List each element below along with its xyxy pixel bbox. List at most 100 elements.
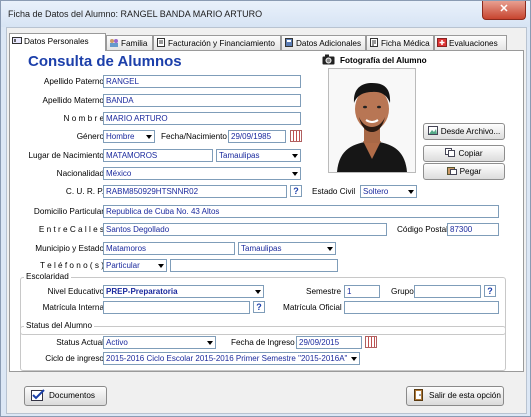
nacionalidad-label: Nacionalidad: [56, 169, 104, 178]
chevron-down-icon: [156, 260, 166, 271]
tab-facturacion[interactable]: Facturación y Financiamiento: [153, 35, 281, 50]
matricula-interna-field[interactable]: [103, 301, 250, 314]
telefono-field[interactable]: [170, 259, 338, 272]
nombre-field[interactable]: MARIO ARTURO: [103, 112, 301, 125]
id-card-icon: [12, 35, 22, 44]
open-image-icon: [427, 125, 438, 135]
nacionalidad-value: México: [106, 169, 132, 178]
genero-select[interactable]: Hombre: [103, 130, 155, 143]
tab-familia[interactable]: Familia: [106, 35, 153, 50]
calendar-icon[interactable]: [290, 130, 302, 142]
lugar-nacimiento-label: Lugar de Nacimiento: [28, 151, 104, 160]
grupo-help-icon[interactable]: ?: [484, 285, 496, 297]
nacionalidad-select[interactable]: México: [103, 167, 301, 180]
nombre-label: N o m b r e: [63, 114, 105, 123]
grupo-label: Grupo: [391, 287, 414, 296]
matricula-interna-label: Matrícula Interna: [42, 303, 104, 312]
chevron-down-icon: [253, 286, 263, 297]
status-actual-value: Activo: [106, 338, 128, 347]
tab-label: Ficha Médica: [381, 39, 430, 48]
student-record-window: Ficha de Datos del Alumno: RANGEL BANDA …: [0, 0, 531, 417]
genero-label: Género: [76, 132, 104, 141]
fecha-nacimiento-field[interactable]: 29/09/1985: [228, 130, 286, 143]
nivel-value: PREP-Preparatoria: [106, 287, 178, 296]
close-window-button[interactable]: ✕: [482, 1, 526, 20]
notebook-icon: [284, 37, 294, 47]
curp-field[interactable]: RABM850929HTSNNR02: [103, 185, 287, 198]
matricula-help-icon[interactable]: ?: [253, 301, 265, 313]
estado-civil-value: Soltero: [363, 187, 389, 196]
checkmark-icon: [31, 389, 45, 408]
photo-copy-button[interactable]: Copiar: [423, 145, 505, 162]
lugar-nacimiento-field[interactable]: MATAMOROS: [103, 149, 213, 162]
tab-ficha-medica[interactable]: Ficha Médica: [366, 35, 434, 50]
tab-label: Datos Adicionales: [296, 39, 362, 48]
grupo-field[interactable]: [414, 285, 481, 298]
lugar-estado-select[interactable]: Tamaulipas: [216, 149, 301, 162]
datos-personales-panel: Consulta de Alumnos Fotografía del Alumn…: [9, 50, 524, 372]
curp-label: C. U. R. P.: [65, 187, 104, 196]
salir-button[interactable]: Salir de esta opción: [406, 386, 504, 406]
telefono-label: T e l é f o n o ( s ): [39, 261, 104, 270]
dialog-body: Datos Personales Familia Facturación y F…: [6, 27, 527, 414]
family-icon: [109, 37, 119, 47]
domicilio-label: Domicilio Particular: [33, 207, 104, 216]
ciclo-value: 2015-2016 Ciclo Escolar 2015-2016 Primer…: [106, 354, 348, 363]
codigo-postal-field[interactable]: 87300: [447, 223, 499, 236]
fecha-ingreso-field[interactable]: 29/09/2015: [296, 336, 362, 349]
title-bar: Ficha de Datos del Alumno: RANGEL BANDA …: [1, 1, 530, 27]
documentos-button[interactable]: Documentos: [24, 386, 107, 406]
municipio-estado-value: Tamaulipas: [241, 244, 282, 253]
status-title: Status del Alumno: [24, 321, 94, 330]
status-actual-select[interactable]: Activo: [103, 336, 216, 349]
medical-record-icon: [369, 37, 379, 47]
codigo-postal-label: Código Postal: [397, 225, 448, 234]
telefono-tipo-value: Particular: [106, 261, 140, 270]
student-photo: [328, 68, 416, 173]
municipio-label: Municipio y Estado: [35, 244, 104, 253]
calendar-icon[interactable]: [365, 336, 377, 348]
municipio-estado-select[interactable]: Tamaulipas: [238, 242, 336, 255]
apellido-materno-label: Apellido Materno: [42, 96, 104, 105]
estado-civil-label: Estado Civil: [312, 187, 356, 196]
fecha-nacimiento-label: Fecha/Nacimiento: [161, 132, 227, 141]
nivel-select[interactable]: PREP-Preparatoria: [103, 285, 264, 298]
photo-paste-button[interactable]: Pegar: [423, 163, 505, 180]
photo-from-file-button[interactable]: Desde Archivo...: [423, 123, 505, 140]
chevron-down-icon: [205, 337, 215, 348]
photo-paste-label: Pegar: [459, 167, 482, 176]
semestre-label: Semestre: [306, 287, 342, 296]
escolaridad-title: Escolaridad: [24, 272, 71, 281]
apellido-paterno-field[interactable]: RANGEL: [103, 75, 301, 88]
window-title: Ficha de Datos del Alumno: RANGEL BANDA …: [8, 9, 263, 19]
evaluations-icon: [437, 37, 447, 47]
ciclo-select[interactable]: 2015-2016 Ciclo Escolar 2015-2016 Primer…: [103, 352, 360, 365]
documentos-label: Documentos: [49, 391, 95, 400]
estado-civil-select[interactable]: Soltero: [360, 185, 417, 198]
telefono-tipo-select[interactable]: Particular: [103, 259, 167, 272]
ciclo-label: Ciclo de ingreso: [45, 354, 104, 363]
calles-field[interactable]: Santos Degollado: [103, 223, 387, 236]
tab-datos-personales[interactable]: Datos Personales: [9, 33, 106, 51]
chevron-down-icon: [406, 186, 416, 197]
apellido-materno-field[interactable]: BANDA: [103, 94, 301, 107]
photo-copy-label: Copiar: [458, 149, 483, 158]
photo-from-file-label: Desde Archivo...: [440, 127, 501, 136]
copy-icon: [445, 147, 456, 157]
municipio-field[interactable]: Matamoros: [103, 242, 235, 255]
status-actual-label: Status Actual: [56, 338, 104, 347]
tab-label: Familia: [121, 39, 148, 48]
chevron-down-icon: [349, 353, 359, 364]
semestre-field[interactable]: 1: [344, 285, 380, 298]
page-title: Consulta de Alumnos: [28, 53, 182, 70]
chevron-down-icon: [290, 168, 300, 179]
curp-help-icon[interactable]: ?: [290, 185, 302, 197]
domicilio-field[interactable]: Republica de Cuba No. 43 Altos: [103, 205, 499, 218]
chevron-down-icon: [325, 243, 335, 254]
invoice-icon: [156, 37, 166, 47]
salir-label: Salir de esta opción: [429, 391, 501, 400]
tab-evaluaciones[interactable]: Evaluaciones: [434, 35, 507, 50]
tab-datos-adicionales[interactable]: Datos Adicionales: [281, 35, 366, 50]
matricula-oficial-field[interactable]: [344, 301, 499, 314]
chevron-down-icon: [144, 131, 154, 142]
